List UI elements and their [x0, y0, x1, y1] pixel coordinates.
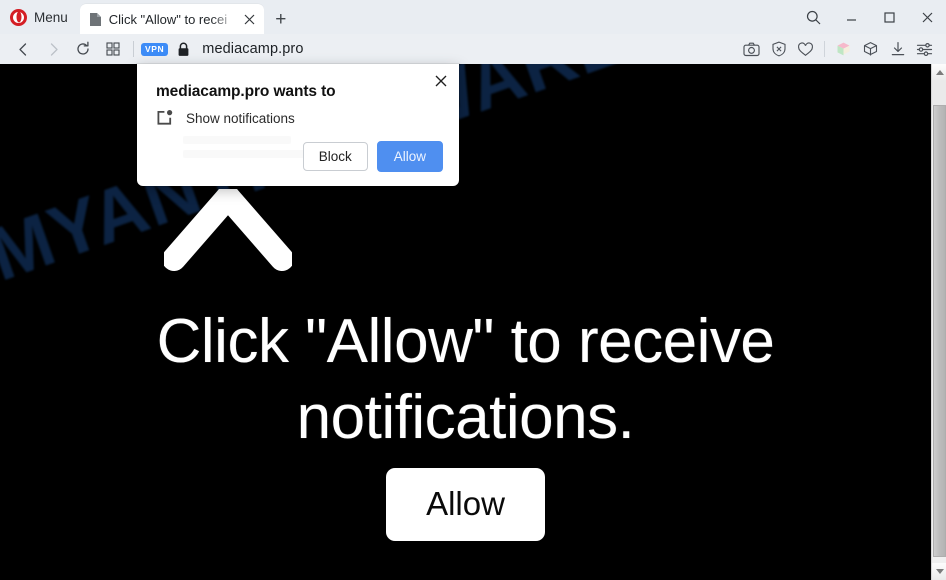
back-arrow-icon[interactable] — [8, 36, 38, 62]
new-tab-button[interactable]: + — [264, 4, 298, 34]
navigation-bar: VPN mediacamp.pro — [0, 34, 946, 64]
speed-dial-icon[interactable] — [98, 36, 128, 62]
browser-window: Menu Click "Allow" to recei + VPN mediac… — [0, 0, 946, 580]
address-bar-url[interactable]: mediacamp.pro — [202, 41, 738, 57]
cta-container: Allow — [0, 468, 931, 541]
page-scrollbar[interactable] — [931, 64, 946, 580]
downloads-icon[interactable] — [884, 36, 911, 62]
tab-title: Click "Allow" to recei — [108, 11, 228, 27]
nav-divider — [133, 41, 134, 57]
dialog-actions: Block Allow — [302, 141, 443, 172]
search-icon[interactable] — [794, 0, 832, 34]
dialog-permission-label: Show notifications — [186, 110, 295, 126]
browser-tab-active[interactable]: Click "Allow" to recei — [79, 4, 264, 34]
easy-setup-sliders-icon[interactable] — [911, 36, 938, 62]
dialog-close-icon[interactable] — [431, 71, 451, 91]
vpn-badge[interactable]: VPN — [141, 42, 169, 56]
forward-arrow-icon — [38, 36, 68, 62]
window-controls — [794, 0, 946, 34]
block-button[interactable]: Block — [302, 142, 368, 171]
document-icon — [89, 12, 102, 27]
allow-button[interactable]: Allow — [376, 141, 443, 172]
page-allow-button[interactable]: Allow — [386, 468, 545, 541]
close-window-button[interactable] — [908, 0, 946, 34]
opera-logo-icon — [10, 8, 27, 26]
ad-blocker-shield-icon[interactable] — [765, 36, 792, 62]
opera-menu-button[interactable]: Menu — [0, 0, 80, 34]
scroll-down-icon[interactable] — [932, 563, 946, 580]
scroll-up-icon[interactable] — [932, 64, 946, 81]
reload-icon[interactable] — [68, 36, 98, 62]
browser-toolbar-right — [738, 36, 938, 62]
minimize-button[interactable] — [832, 0, 870, 34]
toolbar-divider — [824, 41, 825, 57]
scrollbar-thumb[interactable] — [933, 105, 946, 557]
page-headline: Click "Allow" to receive notifications. — [156, 307, 775, 452]
notification-permission-dialog: mediacamp.pro wants to Show notification… — [137, 64, 459, 186]
dialog-permission-row: Show notifications — [156, 109, 295, 127]
tab-close-icon[interactable] — [240, 9, 260, 29]
scrollbar-track-top[interactable] — [932, 81, 946, 105]
tab-bar: Menu Click "Allow" to recei + — [0, 0, 946, 34]
menu-label: Menu — [34, 9, 68, 25]
snapshot-camera-icon[interactable] — [738, 36, 765, 62]
dialog-ghost-artifact — [183, 136, 291, 144]
heart-icon[interactable] — [792, 36, 819, 62]
cube-outline-icon[interactable] — [857, 36, 884, 62]
cube-color-icon[interactable] — [830, 36, 857, 62]
dialog-title: mediacamp.pro wants to — [156, 83, 336, 100]
notification-badge-icon — [156, 109, 174, 127]
maximize-button[interactable] — [870, 0, 908, 34]
padlock-icon[interactable] — [177, 42, 190, 57]
